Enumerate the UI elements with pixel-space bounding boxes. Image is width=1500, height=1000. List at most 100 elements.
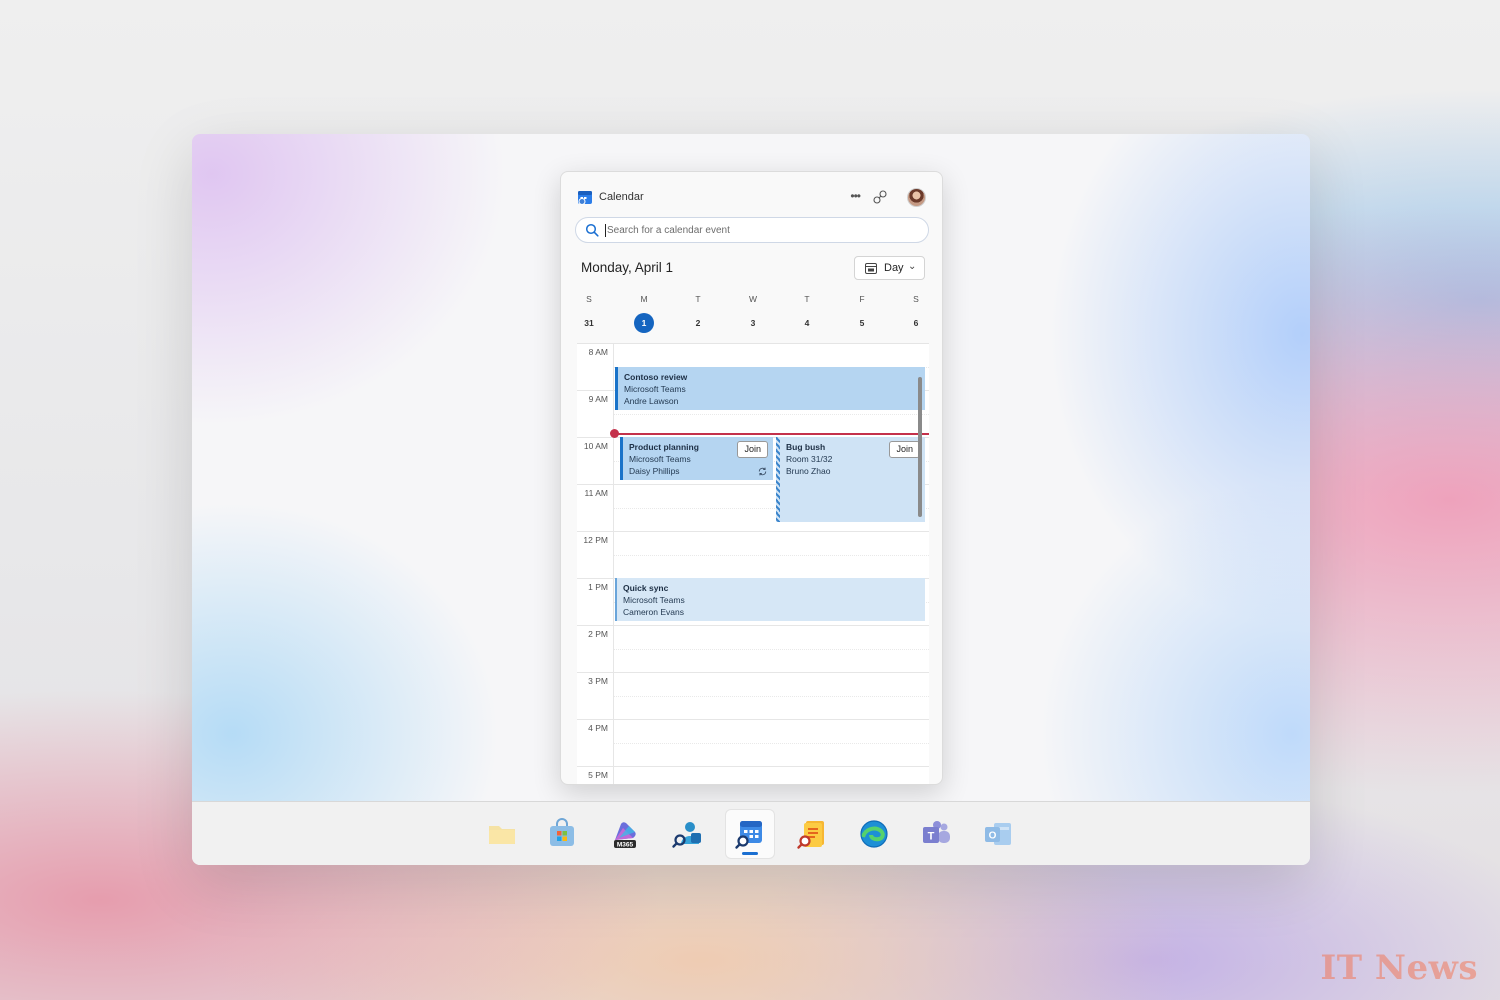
calendar-flyout: Calendar ••• Monday, April 1 [560, 171, 943, 785]
event-organizer: Cameron Evans [623, 607, 684, 617]
taskbar-outlook[interactable]: O [974, 810, 1022, 858]
taskbar-people[interactable] [663, 810, 711, 858]
hour-label: 2 PM [588, 629, 608, 639]
hour-label: 8 AM [588, 347, 608, 357]
hour-label: 5 PM [588, 770, 608, 780]
day-grid[interactable]: 8 AM 9 AM 10 AM 11 AM 12 PM 1 PM 2 PM 3 … [577, 343, 929, 784]
view-label: Day [884, 262, 904, 274]
weekday-label: M [640, 294, 648, 304]
date-number: 1 [634, 313, 654, 333]
date-number: 3 [750, 318, 756, 328]
event-organizer: Andre Lawson [624, 396, 679, 406]
weekday-label: W [748, 294, 758, 304]
hour-divider [577, 625, 929, 626]
weekday-label: S [586, 294, 592, 304]
hour-label: 1 PM [588, 582, 608, 592]
join-button[interactable]: Join [737, 441, 768, 458]
hour-label: 3 PM [588, 676, 608, 686]
taskbar-microsoft-store[interactable] [538, 810, 586, 858]
date-number: 2 [695, 318, 701, 328]
week-strip: S M T W T F S 31 1 2 3 4 5 6 [561, 292, 942, 337]
date-number: 31 [584, 318, 594, 328]
recurring-icon [758, 467, 767, 476]
search-box[interactable] [575, 217, 929, 243]
date-cell[interactable]: 5 [847, 318, 877, 328]
people-search-icon [672, 822, 701, 848]
hour-divider [577, 766, 929, 767]
date-cell[interactable]: 2 [683, 318, 713, 328]
date-title: Monday, April 1 [581, 260, 674, 275]
join-button[interactable]: Join [889, 441, 920, 458]
date-cell[interactable]: 3 [738, 318, 768, 328]
date-number: 4 [804, 318, 810, 328]
more-options-icon[interactable]: ••• [850, 189, 861, 203]
half-hour-divider [614, 743, 929, 744]
hour-divider [577, 672, 929, 673]
event-title: Quick sync [623, 583, 669, 593]
event-location: Microsoft Teams [623, 595, 685, 605]
notes-search-icon [797, 821, 824, 849]
date-cell[interactable]: 6 [901, 318, 931, 328]
calendar-search-icon [735, 821, 762, 849]
event-location: Microsoft Teams [624, 384, 686, 394]
outlook-icon: O [985, 823, 1011, 845]
hour-label: 9 AM [588, 394, 608, 404]
half-hour-divider [614, 555, 929, 556]
open-in-new-window-icon[interactable] [872, 189, 888, 205]
weekday-label: T [695, 294, 701, 304]
event-bug-bush[interactable]: Bug bush Room 31/32 Bruno Zhao Join [776, 437, 925, 522]
hour-label: 10 AM [583, 441, 608, 451]
taskbar-file-explorer[interactable] [478, 810, 526, 858]
event-organizer: Bruno Zhao [786, 466, 831, 476]
m365-badge-text: M365 [617, 842, 634, 849]
text-caret [605, 224, 606, 237]
taskbar-notes[interactable] [788, 810, 836, 858]
taskbar-calendar[interactable] [726, 810, 774, 858]
taskbar-microsoft-365[interactable]: M365 [601, 810, 649, 858]
watermark-logo: IT News [1320, 948, 1478, 988]
desktop: Calendar ••• Monday, April 1 [192, 134, 1310, 865]
date-cell[interactable]: 31 [574, 318, 604, 328]
taskbar: M365 T O [192, 801, 1310, 865]
half-hour-divider [614, 696, 929, 697]
event-quick-sync[interactable]: Quick sync Microsoft Teams Cameron Evans [615, 578, 925, 621]
calendar-app-icon [578, 191, 592, 205]
scrollbar-thumb[interactable] [918, 377, 922, 517]
flyout-header: Calendar ••• [577, 188, 926, 208]
weekday-label: S [913, 294, 919, 304]
teams-icon: T [923, 821, 950, 843]
weekday-label: T [804, 294, 810, 304]
svg-text:T: T [928, 831, 935, 843]
taskbar-edge[interactable] [850, 810, 898, 858]
store-icon [550, 818, 574, 846]
hour-divider [577, 531, 929, 532]
active-app-indicator [742, 852, 758, 855]
view-dropdown[interactable]: Day ⌄ [854, 256, 925, 280]
hour-label: 11 AM [584, 488, 608, 498]
chevron-down-icon: ⌄ [908, 261, 917, 272]
svg-text:O: O [989, 831, 997, 842]
event-organizer: Daisy Phillips [629, 466, 680, 476]
date-cell-selected[interactable]: 1 [629, 313, 659, 333]
current-time-line [614, 433, 929, 435]
search-icon [585, 223, 599, 237]
search-input[interactable] [607, 220, 907, 240]
hour-label: 4 PM [588, 723, 608, 733]
hour-label: 12 PM [583, 535, 608, 545]
edge-icon [860, 820, 888, 848]
weekday-label: F [859, 294, 865, 304]
event-contoso-review[interactable]: Contoso review Microsoft Teams Andre Law… [615, 367, 925, 410]
current-time-dot [610, 429, 619, 438]
date-number: 6 [913, 318, 919, 328]
folder-icon [489, 826, 515, 844]
event-product-planning[interactable]: Product planning Microsoft Teams Daisy P… [620, 437, 773, 480]
app-title: Calendar [599, 191, 644, 203]
taskbar-teams[interactable]: T [912, 810, 960, 858]
date-number: 5 [859, 318, 865, 328]
half-hour-divider [614, 414, 929, 415]
hour-divider [577, 719, 929, 720]
avatar[interactable] [907, 188, 926, 207]
event-title: Contoso review [624, 372, 688, 382]
day-view-icon [865, 263, 877, 274]
date-cell[interactable]: 4 [792, 318, 822, 328]
